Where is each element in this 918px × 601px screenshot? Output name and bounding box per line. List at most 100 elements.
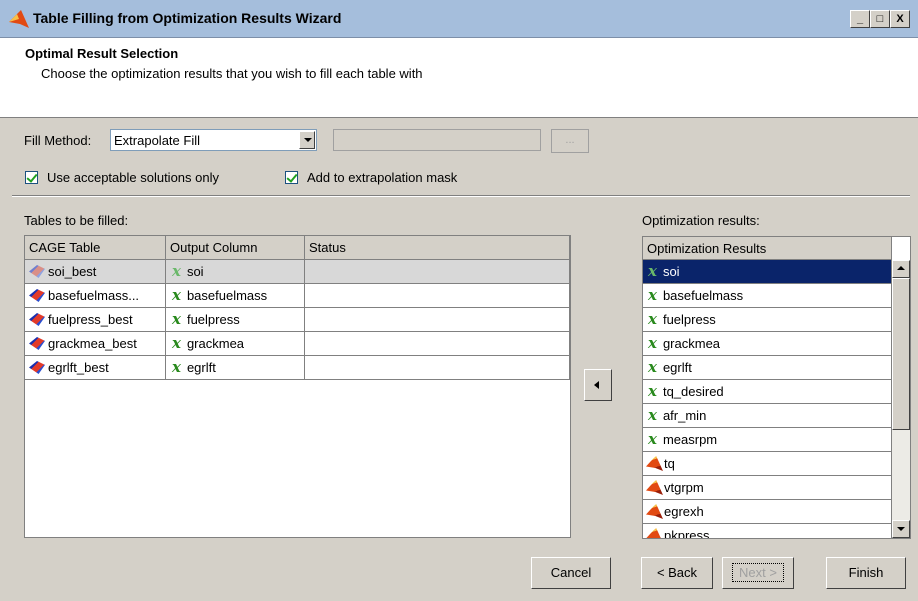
cage-table-cell: fuelpress_best (25, 308, 166, 332)
divider (12, 195, 910, 197)
variable-x-icon: x (648, 334, 657, 352)
fill-method-select[interactable]: Extrapolate Fill (110, 129, 317, 151)
variable-x-icon: x (648, 310, 657, 328)
output-column-cell: x soi (166, 260, 305, 284)
finish-button[interactable]: Finish (826, 557, 906, 589)
list-item[interactable]: x afr_min (643, 404, 892, 428)
matlab-icon (646, 504, 663, 519)
result-name: egrexh (664, 504, 704, 519)
window-controls: _ □ X (850, 10, 910, 28)
output-column-name: grackmea (186, 336, 245, 351)
list-item[interactable]: x basefuelmass (643, 284, 892, 308)
result-name: tq (664, 456, 675, 471)
list-item[interactable]: x soi (643, 260, 892, 284)
acceptable-solutions-label: Use acceptable solutions only (47, 170, 219, 185)
maximize-button[interactable]: □ (870, 10, 890, 28)
results-scrollbar[interactable] (892, 260, 910, 538)
table-icon (29, 313, 45, 326)
matlab-logo-icon (9, 10, 29, 28)
variable-x-icon: x (648, 430, 657, 448)
acceptable-solutions-checkbox[interactable] (25, 171, 38, 184)
output-column-name: soi (186, 264, 204, 279)
list-item[interactable]: x measrpm (643, 428, 892, 452)
result-name: fuelpress (662, 312, 716, 327)
scroll-thumb[interactable] (892, 278, 910, 430)
title-bar: Table Filling from Optimization Results … (0, 0, 918, 38)
status-cell (305, 356, 570, 380)
back-button[interactable]: < Back (641, 557, 713, 589)
scroll-down-button[interactable] (892, 520, 910, 538)
results-list[interactable]: Optimization Results x soi x basefuelmass … (642, 236, 911, 539)
scroll-up-button[interactable] (892, 260, 910, 278)
browse-button: ... (551, 129, 589, 153)
list-item[interactable]: vtgrpm (643, 476, 892, 500)
result-name: measrpm (662, 432, 718, 447)
status-cell (305, 308, 570, 332)
result-name: vtgrpm (664, 480, 704, 495)
cage-table-cell: egrlft_best (25, 356, 166, 380)
list-item[interactable]: x fuelpress (643, 308, 892, 332)
variable-x-icon: x (172, 286, 181, 304)
table-icon (29, 337, 45, 350)
output-column-cell: x egrlft (166, 356, 305, 380)
result-name: basefuelmass (662, 288, 744, 303)
list-item[interactable]: egrexh (643, 500, 892, 524)
column-header-cage-table[interactable]: CAGE Table (25, 236, 166, 260)
variable-x-icon: x (172, 262, 181, 280)
variable-x-icon: x (648, 358, 657, 376)
output-column-cell: x basefuelmass (166, 284, 305, 308)
table-row[interactable]: basefuelmass... x basefuelmass (25, 284, 570, 308)
variable-x-icon: x (648, 406, 657, 424)
output-column-cell: x fuelpress (166, 308, 305, 332)
list-item[interactable]: tq (643, 452, 892, 476)
variable-x-icon: x (172, 310, 181, 328)
table-row[interactable]: fuelpress_best x fuelpress (25, 308, 570, 332)
page-subtitle: Choose the optimization results that you… (41, 66, 423, 81)
list-item[interactable]: pkpress (643, 524, 892, 539)
assign-result-button[interactable] (584, 369, 612, 401)
variable-x-icon: x (172, 358, 181, 376)
column-header-output-column[interactable]: Output Column (166, 236, 305, 260)
table-row[interactable]: grackmea_best x grackmea (25, 332, 570, 356)
list-item[interactable]: x egrlft (643, 356, 892, 380)
matlab-icon (646, 528, 663, 538)
wizard-header: Optimal Result Selection Choose the opti… (0, 38, 918, 118)
output-column-cell: x grackmea (166, 332, 305, 356)
result-name: soi (662, 264, 680, 279)
extrapolation-mask-checkbox[interactable] (285, 171, 298, 184)
output-column-name: fuelpress (186, 312, 240, 327)
next-button-label: Next > (732, 563, 784, 582)
list-item[interactable]: x grackmea (643, 332, 892, 356)
fill-method-label: Fill Method: (24, 133, 92, 148)
status-cell (305, 260, 570, 284)
column-header-status[interactable]: Status (305, 236, 570, 260)
list-item[interactable]: x tq_desired (643, 380, 892, 404)
cage-table-name: fuelpress_best (48, 312, 133, 327)
chevron-down-icon[interactable] (299, 131, 315, 149)
cage-table-name: egrlft_best (48, 360, 109, 375)
variable-x-icon: x (172, 334, 181, 352)
variable-x-icon: x (648, 382, 657, 400)
result-name: pkpress (664, 528, 710, 539)
page-title: Optimal Result Selection (25, 46, 179, 61)
result-name: afr_min (662, 408, 707, 423)
fill-method-value: Extrapolate Fill (114, 133, 200, 148)
close-button[interactable]: X (890, 10, 910, 28)
table-icon (29, 361, 45, 374)
next-button: Next > (722, 557, 794, 589)
cage-table-cell: soi_best (25, 260, 166, 284)
cancel-button[interactable]: Cancel (531, 557, 611, 589)
minimize-button[interactable]: _ (850, 10, 870, 28)
result-name: tq_desired (662, 384, 724, 399)
extrapolation-mask-label: Add to extrapolation mask (307, 170, 458, 185)
table-icon (29, 265, 45, 278)
table-row[interactable]: soi_best x soi (25, 260, 570, 284)
cage-table-name: soi_best (48, 264, 97, 279)
matlab-icon (646, 480, 663, 495)
tables-grid[interactable]: CAGE Table Output Column Status soi_best… (24, 235, 571, 538)
results-column-header[interactable]: Optimization Results (643, 237, 892, 260)
table-row[interactable]: egrlft_best x egrlft (25, 356, 570, 380)
fill-option-field (333, 129, 541, 151)
variable-x-icon: x (648, 286, 657, 304)
cage-table-cell: grackmea_best (25, 332, 166, 356)
